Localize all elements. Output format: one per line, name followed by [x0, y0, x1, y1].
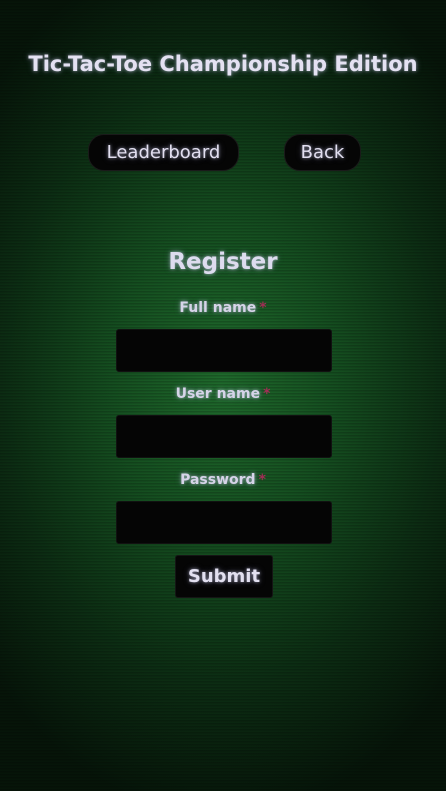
required-marker: * — [263, 386, 271, 402]
required-marker: * — [259, 300, 267, 316]
user-name-label: User name * — [0, 386, 446, 402]
required-marker: * — [258, 472, 266, 488]
full-name-input[interactable] — [116, 329, 332, 372]
password-label-text: Password — [180, 472, 256, 488]
password-label: Password * — [0, 472, 446, 488]
password-input[interactable] — [116, 501, 332, 544]
register-heading: Register — [168, 249, 278, 275]
user-name-label-text: User name — [175, 386, 261, 402]
leaderboard-button[interactable]: Leaderboard — [88, 134, 239, 171]
page-title: Tic-Tac-Toe Championship Edition — [28, 52, 418, 76]
full-name-label: Full name * — [0, 300, 446, 316]
user-name-input[interactable] — [116, 415, 332, 458]
back-button[interactable]: Back — [284, 134, 361, 171]
submit-button[interactable]: Submit — [175, 555, 273, 598]
full-name-label-text: Full name — [179, 300, 257, 316]
